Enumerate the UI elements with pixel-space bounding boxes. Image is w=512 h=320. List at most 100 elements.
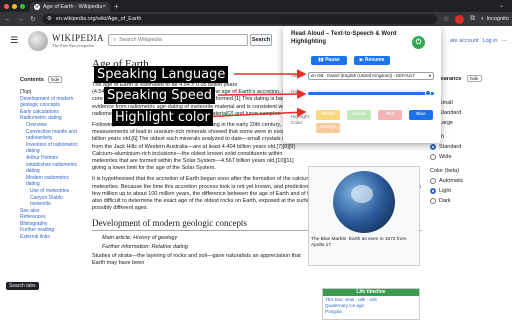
toc-item[interactable]: Invention of radiometric dating bbox=[20, 142, 82, 155]
highlight-yellow-button[interactable]: Yellow bbox=[316, 110, 340, 120]
search-input[interactable]: ⌕ Search Wikipedia bbox=[108, 34, 248, 46]
wikipedia-favicon-icon: W bbox=[34, 4, 40, 10]
incognito-indicator[interactable]: ◐ Incognito bbox=[481, 16, 509, 22]
toc-item[interactable]: Development of modern geologic concepts bbox=[20, 96, 82, 109]
rate-slider[interactable] bbox=[308, 90, 434, 96]
search-button[interactable]: Search bbox=[250, 34, 272, 46]
width-standard-option[interactable]: Standard bbox=[430, 142, 510, 152]
radio-selected-icon bbox=[430, 188, 436, 194]
window-controls[interactable] bbox=[4, 4, 25, 9]
log-in-link[interactable]: Log in bbox=[482, 38, 497, 44]
text-size-large-option[interactable]: Large bbox=[430, 118, 510, 128]
forward-icon[interactable]: → bbox=[17, 16, 24, 23]
back-icon[interactable]: ← bbox=[4, 16, 11, 23]
pause-button[interactable]: ▮▮ Pause bbox=[311, 56, 347, 65]
color-group: Color (beta) Automatic Light Dark bbox=[430, 166, 510, 206]
power-toggle-icon[interactable]: ⏻ bbox=[412, 36, 425, 49]
text-size-group: Text Small Standard Large bbox=[430, 88, 510, 128]
radio-selected-icon bbox=[430, 144, 436, 150]
incognito-label: Incognito bbox=[486, 16, 509, 22]
create-account-link[interactable]: ate account bbox=[450, 38, 478, 44]
contents-heading: Contents hide bbox=[20, 76, 82, 83]
highlight-green-button[interactable]: Green bbox=[347, 110, 371, 120]
user-links: ate account Log in ⋯ bbox=[450, 38, 507, 44]
option-label: Standard bbox=[439, 110, 462, 116]
blue-marble-figure: The Blue Marble, Earth as seen in 1972 f… bbox=[308, 166, 420, 266]
appearance-panel: Appearance hide Text Small Standard Larg… bbox=[430, 74, 510, 206]
highlight-label-line: Highlight bbox=[291, 114, 309, 119]
toc-item[interactable]: Radiometric dating bbox=[20, 115, 82, 122]
extensions-puzzle-icon[interactable]: ⧉ bbox=[470, 15, 475, 23]
toc-item[interactable]: Use of meteorites bbox=[20, 188, 82, 195]
site-info-icon[interactable]: ⚙ bbox=[47, 16, 52, 22]
color-label: Color (beta) bbox=[430, 168, 460, 174]
color-automatic-option[interactable]: Automatic bbox=[430, 176, 510, 186]
maximize-window-button[interactable] bbox=[20, 4, 25, 9]
read-aloud-extension-icon[interactable] bbox=[455, 14, 465, 24]
tab-strip: W Age of Earth - Wikipedia × + ⌄ bbox=[0, 0, 512, 12]
toc-item[interactable]: Further reading bbox=[20, 227, 82, 234]
bookmark-star-icon[interactable]: ☆ bbox=[443, 15, 449, 23]
toc-item[interactable]: (Top) bbox=[20, 89, 82, 96]
option-label: Wide bbox=[439, 154, 452, 160]
color-dark-option[interactable]: Dark bbox=[430, 196, 510, 206]
option-label: Dark bbox=[439, 198, 451, 204]
highlight-blue-button[interactable]: Blue bbox=[409, 110, 433, 120]
rate-slider-thumb[interactable] bbox=[424, 90, 431, 96]
toc-item[interactable]: See also bbox=[20, 208, 82, 215]
annotation-speaking-speed: Speaking Speed bbox=[104, 87, 215, 104]
width-group: Width Standard Wide bbox=[430, 132, 510, 162]
status-tooltip: Search tabs bbox=[6, 282, 39, 290]
wikipedia-globe-logo-icon[interactable] bbox=[28, 31, 48, 51]
toc-item[interactable]: Convective mantle and radioactivity bbox=[20, 129, 82, 142]
toc-item[interactable]: Arthur Holmes establishes radiometric da… bbox=[20, 155, 82, 175]
text-size-small-option[interactable]: Small bbox=[430, 98, 510, 108]
browser-toolbar: ← → ↻ ⚙ en.wikipedia.org/wiki/Age_of_Ear… bbox=[0, 12, 512, 26]
option-label: Light bbox=[439, 188, 451, 194]
width-wide-option[interactable]: Wide bbox=[430, 152, 510, 162]
toc-item[interactable]: References bbox=[20, 214, 82, 221]
appearance-title: Appearance hide bbox=[430, 74, 510, 84]
browser-tab[interactable]: W Age of Earth - Wikipedia × bbox=[30, 2, 110, 12]
wikipedia-wordmark[interactable]: WIKIPEDIA bbox=[52, 33, 104, 43]
text-size-label: Text bbox=[430, 88, 510, 98]
popup-title: Read Aloud – Text-to-Speech & Word Highl… bbox=[291, 31, 397, 45]
toc-item[interactable]: Canyon Diablo meteorite bbox=[20, 195, 82, 208]
close-tab-icon[interactable]: × bbox=[102, 4, 106, 10]
chevron-down-icon: ▾ bbox=[428, 73, 431, 78]
radio-icon bbox=[430, 198, 436, 204]
highlight-color-label: Highlight Color: bbox=[291, 114, 309, 125]
earth-image[interactable] bbox=[333, 171, 395, 233]
main-menu-icon[interactable]: ☰ bbox=[10, 35, 18, 46]
toc-item[interactable]: Modern radiometric dating bbox=[20, 175, 82, 188]
address-bar[interactable]: ⚙ en.wikipedia.org/wiki/Age_of_Earth bbox=[41, 14, 437, 24]
color-light-option[interactable]: Light bbox=[430, 186, 510, 196]
toc-item[interactable]: Early calculations bbox=[20, 109, 82, 116]
toc-item[interactable]: Overview bbox=[20, 122, 82, 129]
hide-appearance-button[interactable]: hide bbox=[467, 75, 482, 82]
new-tab-icon[interactable]: + bbox=[114, 2, 119, 11]
pause-label: Pause bbox=[325, 57, 340, 63]
tab-search-icon[interactable]: ⌄ bbox=[499, 2, 504, 9]
option-label: Small bbox=[439, 100, 453, 106]
close-window-button[interactable] bbox=[4, 4, 9, 9]
timeline-title: Life timeline bbox=[323, 289, 419, 296]
toc-list: (Top) Development of modern geologic conc… bbox=[20, 89, 82, 241]
rate-label: Rate: bbox=[291, 89, 302, 94]
toc-item[interactable]: External links bbox=[20, 234, 82, 241]
option-label: Standard bbox=[439, 144, 462, 150]
reload-icon[interactable]: ↻ bbox=[30, 15, 36, 23]
resume-button[interactable]: ▶ Resume bbox=[354, 56, 390, 65]
minimize-window-button[interactable] bbox=[12, 4, 17, 9]
timeline-line[interactable]: Pongola bbox=[325, 309, 417, 315]
voice-label: Voice: bbox=[291, 73, 304, 78]
option-label: Large bbox=[439, 120, 454, 126]
hide-contents-button[interactable]: hide bbox=[47, 76, 63, 83]
toc-item[interactable]: Bibliography bbox=[20, 221, 82, 228]
option-label: Automatic bbox=[439, 178, 464, 184]
voice-select[interactable]: en-GB - Daniel (English (United Kingdom)… bbox=[308, 72, 434, 80]
highlight-orange-button[interactable]: Orange bbox=[316, 123, 340, 133]
user-menu-icon[interactable]: ⋯ bbox=[501, 38, 507, 44]
highlight-red-button[interactable]: Red bbox=[378, 110, 402, 120]
text-size-standard-option[interactable]: Standard bbox=[430, 108, 510, 118]
